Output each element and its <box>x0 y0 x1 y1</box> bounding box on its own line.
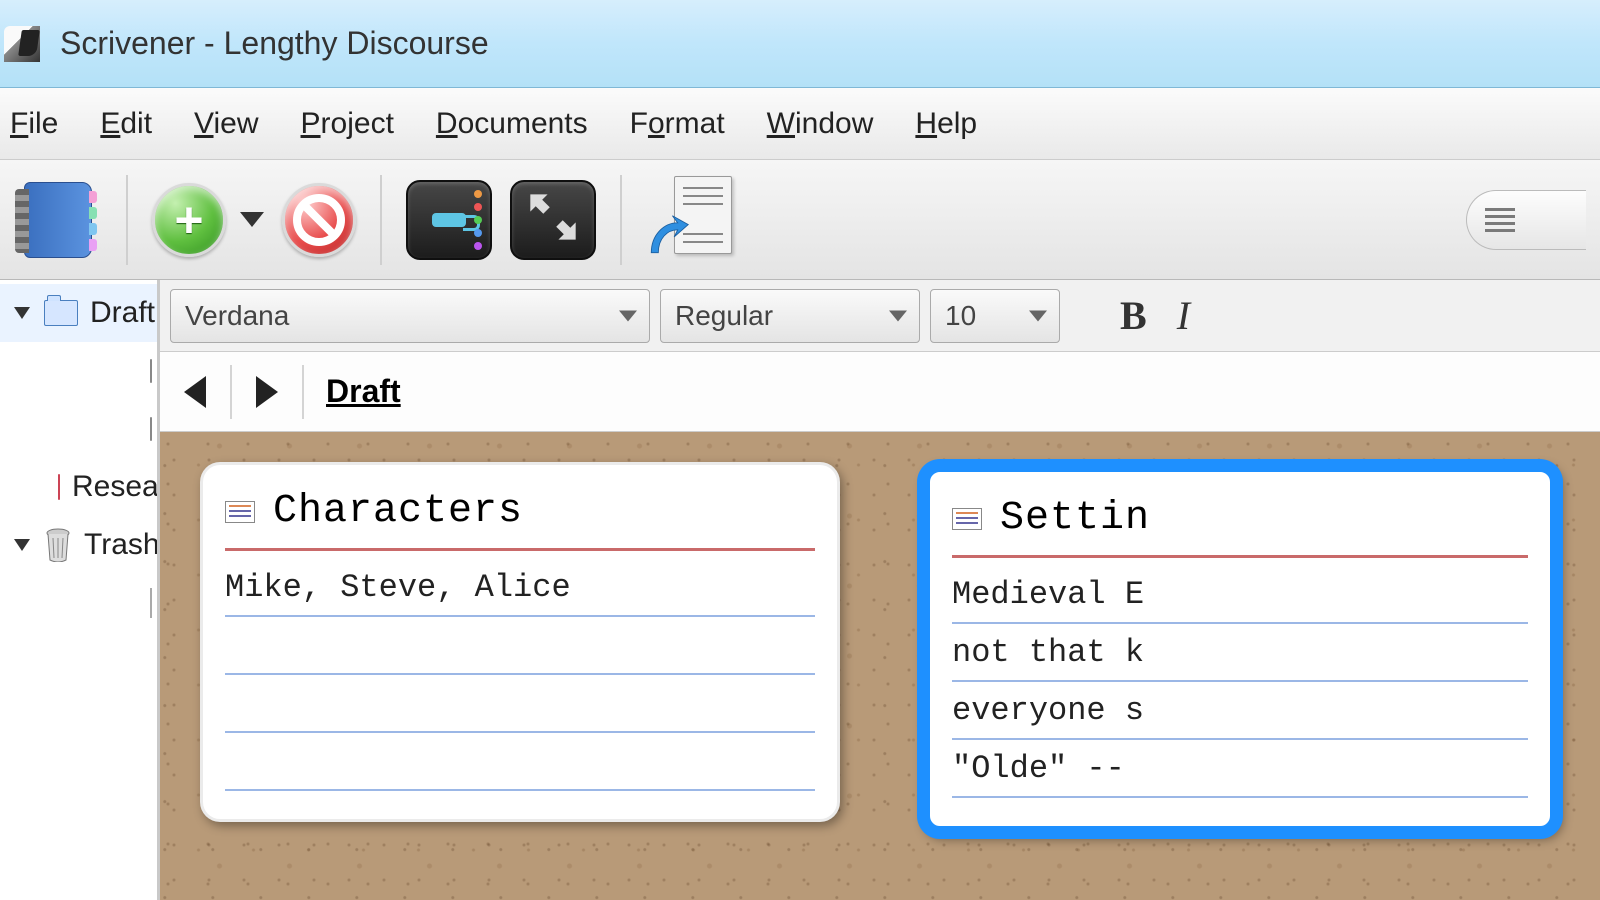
text-document-icon <box>150 417 152 441</box>
nav-separator <box>230 365 232 419</box>
disclosure-triangle-icon[interactable] <box>14 539 30 551</box>
chevron-down-icon <box>889 310 907 321</box>
app-icon <box>4 26 40 62</box>
card-synopsis[interactable]: Medieval E not that k everyone s "Olde" … <box>952 566 1528 826</box>
font-size-selector[interactable]: 10 <box>930 289 1060 343</box>
format-bar: Verdana Regular 10 B I <box>160 280 1600 352</box>
window-title: Scrivener - Lengthy Discourse <box>60 25 489 62</box>
binder-label: Research <box>72 470 160 504</box>
text-document-icon <box>952 508 982 530</box>
card-title[interactable]: Settin <box>1000 496 1150 541</box>
editor-nav-bar: Draft <box>160 352 1600 432</box>
no-entry-icon <box>293 194 345 246</box>
index-card-setting[interactable]: Settin Medieval E not that k everyone s … <box>920 462 1560 836</box>
binder-item-untitled[interactable]: Untitled <box>0 574 157 632</box>
binder-item-draft[interactable]: Draft <box>0 284 157 342</box>
fullscreen-button[interactable] <box>510 180 596 260</box>
text-document-icon <box>225 501 255 523</box>
bold-button[interactable]: B <box>1110 292 1157 339</box>
menu-documents[interactable]: Documents <box>436 107 588 141</box>
trash-icon <box>44 528 72 562</box>
menu-view[interactable]: View <box>194 107 258 141</box>
menu-project[interactable]: Project <box>301 107 394 141</box>
chevron-down-icon <box>1029 310 1047 321</box>
key-icon <box>432 213 466 227</box>
disclosure-triangle-icon[interactable] <box>14 307 30 319</box>
binder-sidebar: Draft Characters Setting Research Trash … <box>0 280 160 900</box>
toolbar-separator <box>126 175 128 265</box>
shortcut-arrow-icon <box>646 214 690 258</box>
menu-format[interactable]: Format <box>630 107 725 141</box>
delete-button[interactable] <box>282 183 356 257</box>
editor-path-title[interactable]: Draft <box>326 373 401 410</box>
binder-toggle-button[interactable] <box>14 176 102 264</box>
italic-button[interactable]: I <box>1167 292 1200 339</box>
keywords-button[interactable] <box>406 180 492 260</box>
color-dots-icon <box>474 190 482 250</box>
font-size-value: 10 <box>945 300 976 332</box>
chevron-down-icon <box>619 310 637 321</box>
text-document-icon <box>150 359 152 383</box>
folder-icon <box>44 300 78 326</box>
font-family-selector[interactable]: Verdana <box>170 289 650 343</box>
font-style-selector[interactable]: Regular <box>660 289 920 343</box>
document-view-icon <box>1485 208 1515 232</box>
toolbar-separator <box>620 175 622 265</box>
research-folder-icon <box>58 474 60 500</box>
editor-area: Verdana Regular 10 B I Draft <box>160 280 1600 900</box>
menu-edit[interactable]: Edit <box>100 107 152 141</box>
menu-help[interactable]: Help <box>915 107 977 141</box>
binder-item-setting[interactable]: Setting <box>0 400 157 458</box>
main-toolbar: + <box>0 160 1600 280</box>
font-style-value: Regular <box>675 300 773 332</box>
triangle-right-icon <box>256 376 278 408</box>
binder-label: Trash <box>84 528 160 562</box>
blank-document-icon <box>150 588 152 618</box>
add-button[interactable]: + <box>152 183 226 257</box>
nav-separator <box>302 365 304 419</box>
binder-item-characters[interactable]: Characters <box>0 342 157 400</box>
toolbar-separator <box>380 175 382 265</box>
menu-file[interactable]: File <box>10 107 58 141</box>
card-rule <box>225 548 815 551</box>
card-rule <box>952 555 1528 558</box>
triangle-left-icon <box>184 376 206 408</box>
nav-back-button[interactable] <box>168 362 222 422</box>
card-synopsis[interactable]: Mike, Steve, Alice <box>225 559 815 819</box>
nav-forward-button[interactable] <box>240 362 294 422</box>
plus-icon: + <box>174 191 203 249</box>
add-dropdown-caret[interactable] <box>240 212 264 227</box>
view-mode-toggle[interactable] <box>1466 190 1586 250</box>
binder-item-trash[interactable]: Trash <box>0 516 157 574</box>
menu-bar: File Edit View Project Documents Format … <box>0 88 1600 160</box>
corkboard[interactable]: Characters Mike, Steve, Alice Settin Med… <box>160 432 1600 900</box>
index-card-characters[interactable]: Characters Mike, Steve, Alice <box>200 462 840 822</box>
binder-item-research[interactable]: Research <box>0 458 157 516</box>
menu-window[interactable]: Window <box>767 107 874 141</box>
window-titlebar: Scrivener - Lengthy Discourse <box>0 0 1600 88</box>
binder-label: Draft <box>90 296 155 330</box>
quick-reference-button[interactable] <box>646 176 732 264</box>
card-title[interactable]: Characters <box>273 489 523 534</box>
expand-icon <box>526 190 580 249</box>
font-family-value: Verdana <box>185 300 289 332</box>
